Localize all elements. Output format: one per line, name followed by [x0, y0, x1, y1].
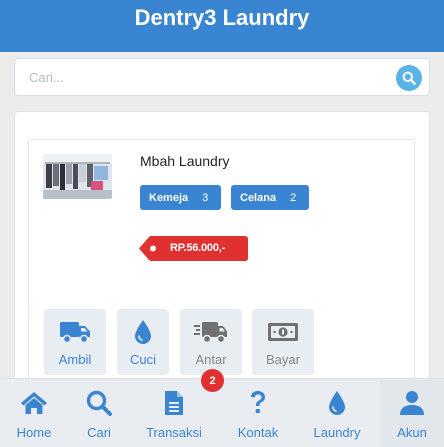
action-label: Cuci [129, 352, 156, 367]
app-header: Dentry3 Laundry [0, 0, 444, 52]
fast-truck-icon [194, 322, 227, 344]
nav-item-kontak[interactable]: Kontak [225, 389, 291, 440]
item-chip-label: Celana [240, 191, 277, 204]
item-chip-count: 2 [290, 191, 297, 204]
nav-label: Akun [397, 425, 427, 440]
nav-item-akun[interactable]: Akun [379, 389, 444, 440]
action-label: Ambil [58, 352, 92, 367]
search-bar [14, 58, 430, 96]
truck-icon [60, 322, 90, 344]
nav-label: Transaksi [146, 425, 202, 440]
nav-item-home[interactable]: Home [1, 389, 67, 440]
question-icon [251, 391, 265, 413]
nav-item-laundry[interactable]: Laundry [304, 389, 370, 440]
item-chip-count: 3 [202, 191, 209, 204]
nav-label: Home [16, 425, 52, 440]
action-label: Antar [195, 352, 227, 367]
price-tag: RP.56.000,- [139, 236, 248, 261]
antar-count-badge: 2 [201, 369, 224, 392]
search-icon [402, 71, 416, 85]
search-icon [86, 390, 112, 416]
action-bayar-button[interactable]: Bayar [252, 309, 314, 375]
price-amount: RP.56.000,- [170, 242, 226, 254]
action-ambil-button[interactable]: Ambil [44, 309, 106, 375]
bottom-nav: Home Cari Transaksi Kontak Laundry Akun [0, 378, 444, 447]
app-title: Dentry3 Laundry [134, 5, 310, 30]
search-button[interactable] [396, 65, 422, 91]
item-chip-celana: Celana 2 [231, 185, 309, 210]
item-chip-kemeja: Kemeja 3 [140, 185, 221, 210]
nav-label: Laundry [313, 425, 361, 440]
nav-label: Cari [87, 425, 111, 440]
drop-icon [329, 391, 345, 415]
home-icon [21, 392, 47, 414]
nav-label: Kontak [237, 425, 279, 440]
search-input[interactable] [16, 60, 386, 94]
drop-icon [135, 320, 151, 344]
nav-item-cari[interactable]: Cari [66, 389, 132, 440]
nav-item-transaksi[interactable]: Transaksi [141, 389, 207, 440]
action-label: Bayar [266, 352, 300, 367]
item-chip-label: Kemeja [149, 191, 189, 204]
document-icon [165, 391, 183, 415]
action-cuci-button[interactable]: Cuci [117, 309, 169, 375]
user-icon [400, 391, 424, 415]
laundry-thumbnail [43, 154, 112, 199]
action-antar-button[interactable]: Antar [180, 309, 242, 375]
money-icon [268, 323, 298, 341]
customer-name: Mbah Laundry [140, 153, 230, 169]
